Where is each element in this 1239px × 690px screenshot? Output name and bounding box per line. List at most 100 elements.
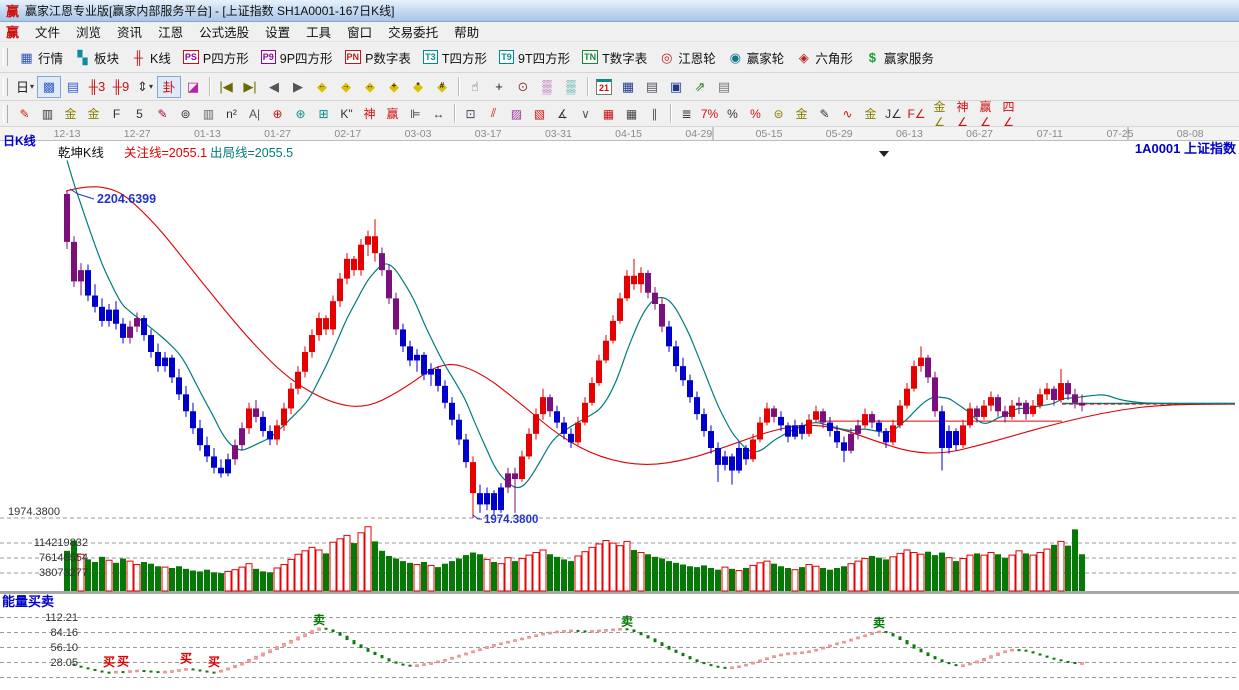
step-forward-icon[interactable]: ▶ [286, 76, 310, 98]
menu-item-4[interactable]: 公式选股 [191, 26, 257, 40]
j-angle-icon[interactable]: J∠ [882, 104, 905, 124]
gann-web-icon[interactable]: ⊛ [289, 104, 312, 124]
menu-item-6[interactable]: 工具 [298, 26, 339, 40]
time-ruler-icon[interactable]: ▥ [197, 104, 220, 124]
gold-bar-icon[interactable]: 金 [790, 104, 813, 124]
toolbar-button-hexagon[interactable]: ◈六角形 [790, 45, 859, 70]
menu-item-5[interactable]: 设置 [257, 26, 298, 40]
pen-tool-icon[interactable]: ✎ [151, 104, 174, 124]
gann-compass-icon[interactable]: ⊕ [266, 104, 289, 124]
cycle-circle-icon[interactable]: ⊚ [174, 104, 197, 124]
toolbar-button-winner-wheel[interactable]: ◉赢家轮 [722, 45, 791, 70]
four-angle-icon[interactable]: 四∠ [997, 104, 1020, 124]
bar-scale-icon[interactable]: ≣ [675, 104, 698, 124]
toolbar-button-p-square[interactable]: PSP四方形 [177, 45, 255, 70]
toolbar-button-9p-square[interactable]: P99P四方形 [255, 45, 339, 70]
chart-window-icon[interactable]: ▩ [37, 76, 61, 98]
pen2-tool-icon[interactable]: ✎ [813, 104, 836, 124]
gold-angle-icon[interactable]: 金∠ [928, 104, 951, 124]
save-icon[interactable]: ▣ [664, 76, 688, 98]
parallel-icon[interactable]: ∥ [643, 104, 666, 124]
pct-icon[interactable]: % [721, 104, 744, 124]
toolbar-grip[interactable] [3, 78, 8, 96]
shen-tool-icon[interactable]: 神 [358, 104, 381, 124]
gold-underline-icon[interactable]: 金 [859, 104, 882, 124]
bars-9-icon[interactable]: ╫9 [109, 76, 133, 98]
hand-tool-icon[interactable]: ☝ [463, 76, 487, 98]
gold-split2-icon[interactable]: 金 [82, 104, 105, 124]
energy-indicator-series[interactable] [73, 628, 1084, 674]
gann-ruler-icon[interactable]: ▥ [36, 104, 59, 124]
calendar-icon[interactable]: 21 [592, 76, 616, 98]
ray-fan-icon[interactable]: ⫽ [482, 104, 505, 124]
mirror-icon[interactable]: A| [243, 104, 266, 124]
ray-box2-icon[interactable]: ▧ [528, 104, 551, 124]
menu-item-1[interactable]: 浏览 [68, 26, 109, 40]
step-back-icon[interactable]: ◀ [262, 76, 286, 98]
notes-icon[interactable]: ▤ [640, 76, 664, 98]
toolbar-button-kline[interactable]: ╫K线 [125, 45, 177, 70]
toolbar-grip[interactable] [3, 48, 8, 66]
grid-dark-icon[interactable]: ▦ [620, 104, 643, 124]
shen-angle-icon[interactable]: 神∠ [951, 104, 974, 124]
n-square-icon[interactable]: n² [220, 104, 243, 124]
toolbar-button-quotes[interactable]: ▦行情 [13, 45, 69, 70]
measure123-icon[interactable]: ⊫ [404, 104, 427, 124]
ying-angle-icon[interactable]: 赢∠ [974, 104, 997, 124]
jump-first-icon[interactable]: |◀ [214, 76, 238, 98]
menu-item-7[interactable]: 窗口 [339, 26, 380, 40]
candle-style-dropdown[interactable]: ⇕▾ [133, 76, 157, 98]
info-report-icon[interactable]: ▤ [61, 76, 85, 98]
menu-item-9[interactable]: 帮助 [446, 26, 487, 40]
bars-3-icon[interactable]: ╫3 [85, 76, 109, 98]
web-box-icon[interactable]: ⊞ [312, 104, 335, 124]
dropdown-marker-icon[interactable] [879, 151, 889, 157]
period-dropdown[interactable]: 日▾ [13, 76, 37, 98]
symbol-label[interactable]: 1A0001 上证指数 [1135, 141, 1237, 156]
brush-tool-icon[interactable]: ✎ [13, 104, 36, 124]
menu-item-2[interactable]: 资讯 [109, 26, 150, 40]
toolbar-button-p-number-table[interactable]: PNP数字表 [339, 45, 417, 70]
kline-chart-canvas[interactable]: 12-1312-2701-1301-2702-1703-0303-1703-31… [0, 127, 1239, 685]
menu-item-8[interactable]: 交易委托 [380, 26, 446, 40]
diamond-left-icon[interactable]: ◆← [310, 76, 334, 98]
net-grid-icon[interactable]: ▒ [559, 76, 583, 98]
angle-lines-icon[interactable]: ∡ [551, 104, 574, 124]
gold-split-icon[interactable]: 金 [59, 104, 82, 124]
toolbar-button-sectors[interactable]: ▚板块 [69, 45, 125, 70]
diamond-star-icon[interactable]: ◆* [406, 76, 430, 98]
toolbar-button-t-number-table[interactable]: TNT数字表 [576, 45, 653, 70]
toolbar-button-t-square[interactable]: T3T四方形 [417, 45, 493, 70]
gold-circle-icon[interactable]: ⊜ [767, 104, 790, 124]
diamond-hmove-icon[interactable]: ◆↔ [358, 76, 382, 98]
k-mark-icon[interactable]: K" [335, 104, 358, 124]
toolbar-button-winner-service[interactable]: $赢家服务 [859, 45, 940, 70]
jump-last-icon[interactable]: ▶| [238, 76, 262, 98]
calculator-icon[interactable]: ▦ [616, 76, 640, 98]
diamond-right-icon[interactable]: ◆→ [334, 76, 358, 98]
pct-slope-icon[interactable]: 7% [698, 104, 721, 124]
qiankun-pattern-icon[interactable]: 卦 [157, 76, 181, 98]
pct-line-icon[interactable]: % [744, 104, 767, 124]
v-line-icon[interactable]: ∨ [574, 104, 597, 124]
f-angle-icon[interactable]: F∠ [905, 104, 928, 124]
grid-red-icon[interactable]: ▦ [597, 104, 620, 124]
toolbar-button-9t-square[interactable]: T99T四方形 [493, 45, 576, 70]
menu-item-0[interactable]: 文件 [27, 26, 68, 40]
energy-pane-title[interactable]: 能量买卖 [2, 594, 54, 609]
fibo-tool-icon[interactable]: F [105, 104, 128, 124]
window-split-icon[interactable]: ▒ [535, 76, 559, 98]
toolbar-button-gann-wheel[interactable]: ◎江恩轮 [653, 45, 722, 70]
ying-tool-icon[interactable]: 赢 [381, 104, 404, 124]
color-histogram-icon[interactable]: ◪ [181, 76, 205, 98]
zoom-tool-icon[interactable]: ⊙ [511, 76, 535, 98]
volume-series[interactable] [64, 527, 1085, 591]
width-measure-icon[interactable]: ↔ [427, 104, 450, 124]
export-icon[interactable]: ⇗ [688, 76, 712, 98]
box-select-icon[interactable]: ⊡ [459, 104, 482, 124]
crosshair-tool-icon[interactable]: + [487, 76, 511, 98]
ray-box-icon[interactable]: ▨ [505, 104, 528, 124]
spiral5-tool-icon[interactable]: 5 [128, 104, 151, 124]
candlestick-series[interactable] [64, 191, 1085, 518]
chart-area[interactable]: 12-1312-2701-1301-2702-1703-0303-1703-31… [0, 127, 1239, 685]
